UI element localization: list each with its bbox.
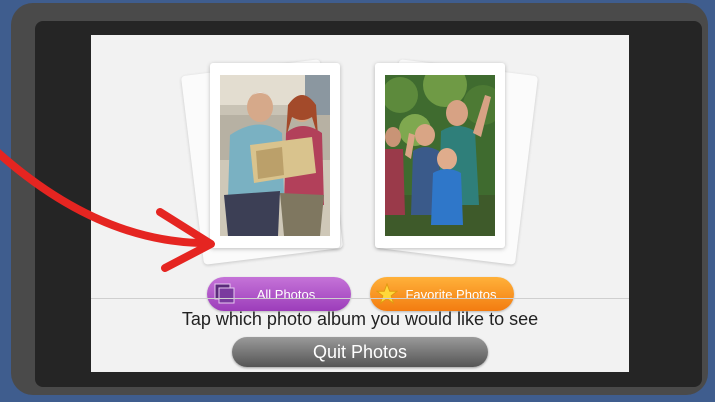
album-favorite-photos[interactable]: Favorite Photos: [367, 59, 539, 311]
album-all-photos[interactable]: All Photos: [180, 59, 351, 311]
quit-photos-button[interactable]: Quit Photos: [232, 337, 488, 367]
favorite-photos-label: Favorite Photos: [405, 286, 497, 302]
album-cover: [375, 63, 505, 248]
album-cover-photo-grandparents: [220, 75, 330, 236]
all-photos-label: All Photos: [256, 286, 316, 302]
quit-photos-label: Quit Photos: [312, 341, 408, 362]
instruction-text: Tap which photo album you would like to …: [181, 309, 539, 329]
album-cover-photo-family: [385, 75, 495, 236]
album-cover: [210, 63, 340, 248]
star-icon: [376, 283, 398, 305]
photos-app-screen: All Photos Favorite Photos Tap which pho…: [91, 35, 629, 372]
divider: [91, 298, 629, 299]
all-photos-button[interactable]: All Photos: [207, 277, 351, 311]
photo-stack-icon: [214, 283, 235, 304]
favorite-photos-button[interactable]: Favorite Photos: [370, 277, 514, 311]
